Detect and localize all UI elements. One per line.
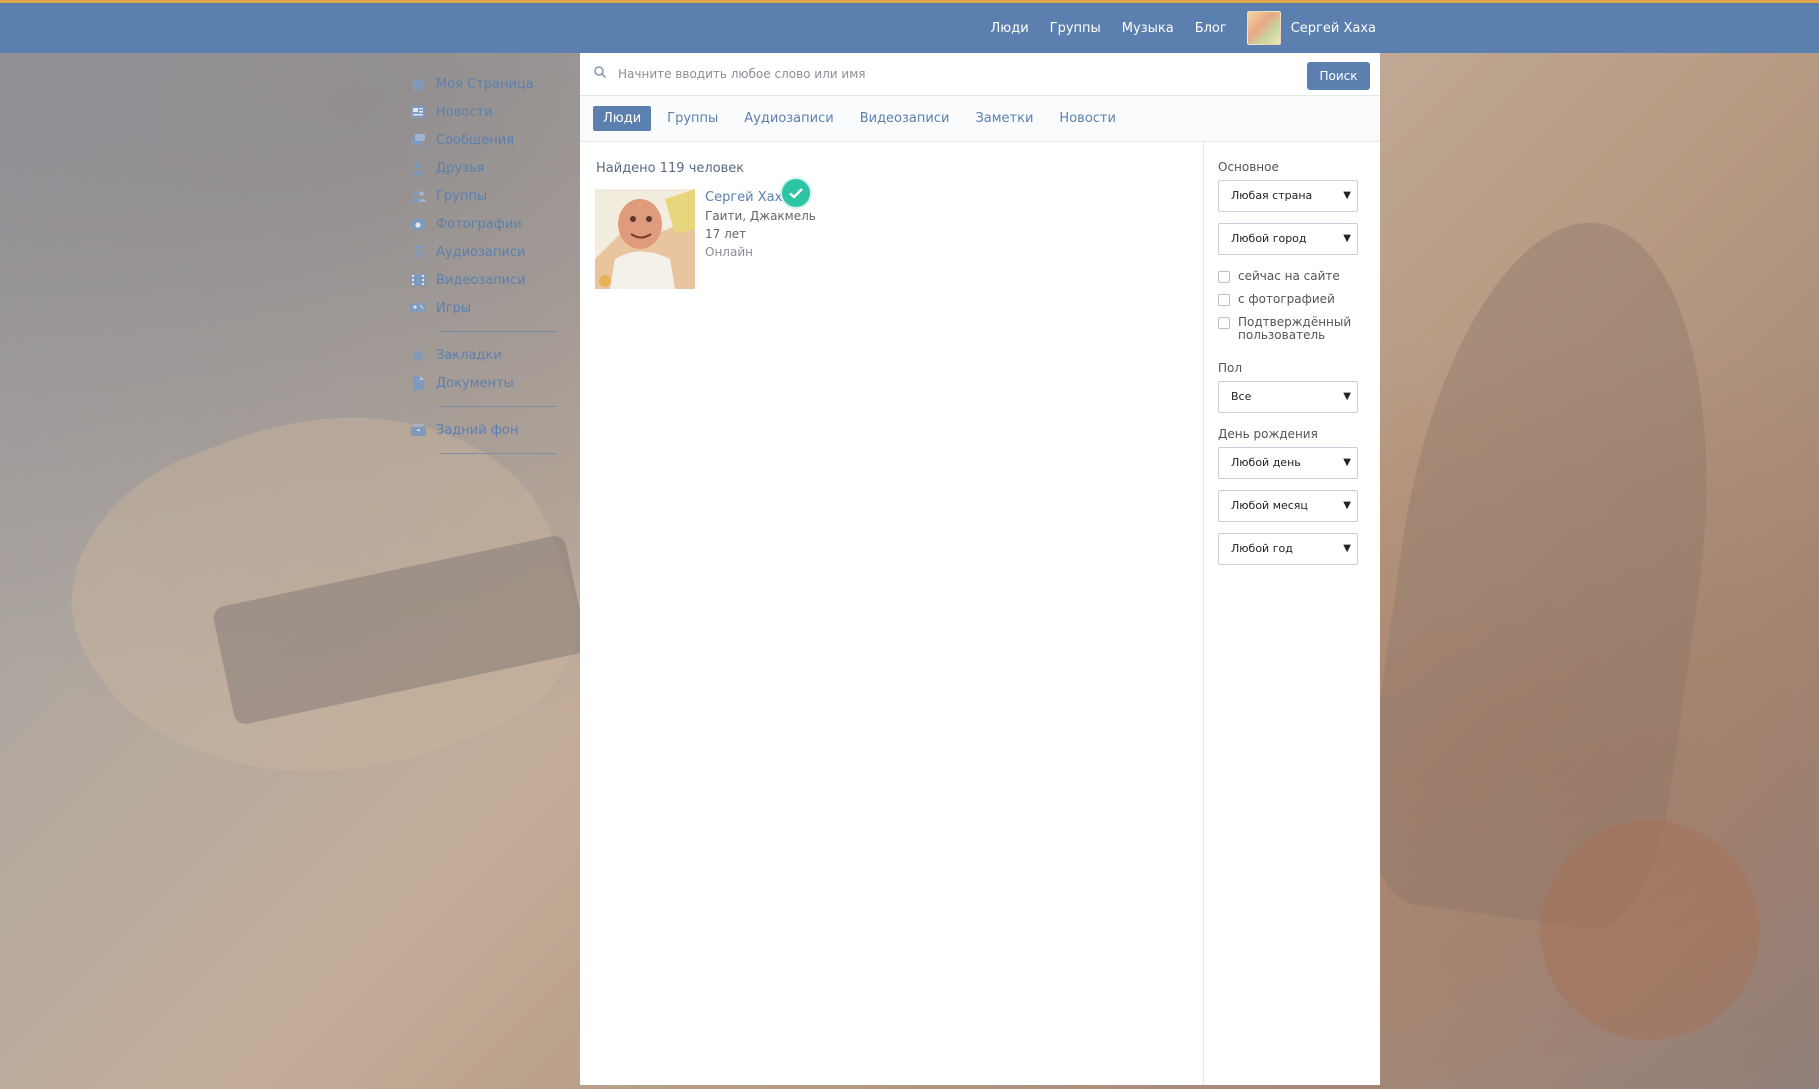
home-icon: [410, 76, 426, 92]
tab-video[interactable]: Видеозаписи: [850, 106, 960, 131]
search-bar: Поиск: [580, 53, 1380, 96]
tab-news[interactable]: Новости: [1049, 106, 1126, 131]
select-value: Любой город: [1231, 232, 1307, 245]
sidebar-item-label: Фотографии: [436, 216, 522, 232]
results-count: Найдено 119 человек: [596, 161, 745, 176]
sidebar-item-background[interactable]: Задний фон: [410, 416, 560, 444]
top-nav: Люди Группы Музыка Блог Сергей Хаха: [970, 3, 1376, 53]
messages-icon: [410, 132, 426, 148]
left-menu: Моя Страница Новости Сообщения Друзья Гр…: [410, 70, 560, 463]
checkbox-box[interactable]: [1218, 317, 1230, 329]
checkbox-box[interactable]: [1218, 271, 1230, 283]
filter-gender-title: Пол: [1218, 361, 1243, 375]
sidebar-item-groups[interactable]: Группы: [410, 182, 560, 210]
top-user-menu[interactable]: Сергей Хаха: [1246, 11, 1376, 45]
sidebar-item-messages[interactable]: Сообщения: [410, 126, 560, 154]
checkbox-label: Подтверждённый пользователь: [1238, 315, 1352, 342]
day-select[interactable]: Любой день ▼: [1218, 447, 1358, 479]
with-photo-checkbox[interactable]: с фотографией: [1218, 293, 1368, 306]
checkbox-box[interactable]: [1218, 294, 1230, 306]
sidebar-item-label: Задний фон: [436, 422, 519, 438]
sidebar-item-games[interactable]: Игры: [410, 294, 560, 322]
top-nav-blog[interactable]: Блог: [1195, 21, 1227, 36]
gender-select[interactable]: Все ▼: [1218, 381, 1358, 413]
menu-divider: [440, 406, 557, 407]
dropdown-arrow-icon: ▼: [1343, 190, 1351, 201]
sidebar-item-news[interactable]: Новости: [410, 98, 560, 126]
avatar: [1246, 11, 1281, 45]
person-location: Гаити, Джакмель: [705, 209, 816, 223]
news-icon: [410, 104, 426, 120]
month-select[interactable]: Любой месяц ▼: [1218, 490, 1358, 522]
sidebar-item-label: Моя Страница: [436, 76, 534, 92]
sidebar-item-label: Закладки: [436, 347, 502, 363]
select-value: Любой день: [1231, 456, 1301, 469]
sidebar-item-label: Аудиозаписи: [436, 244, 526, 260]
select-value: Любая страна: [1231, 189, 1313, 202]
main-panel: Поиск Люди Группы Аудиозаписи Видеозапис…: [580, 53, 1380, 1085]
star-icon: [410, 347, 426, 363]
verified-user-checkbox[interactable]: Подтверждённый пользователь: [1218, 316, 1368, 342]
sidebar-item-label: Документы: [436, 375, 514, 391]
tab-notes[interactable]: Заметки: [965, 106, 1043, 131]
dropdown-arrow-icon: ▼: [1343, 543, 1351, 554]
sidebar-item-label: Видеозаписи: [436, 272, 526, 288]
gamepad-icon: [410, 300, 426, 316]
top-nav-music[interactable]: Музыка: [1122, 21, 1174, 36]
sidebar-item-label: Новости: [436, 104, 493, 120]
filter-basic-title: Основное: [1218, 160, 1279, 174]
select-value: Все: [1231, 390, 1252, 403]
sidebar-item-bookmarks[interactable]: Закладки: [410, 341, 560, 369]
document-icon: [410, 375, 426, 391]
sidebar-item-label: Сообщения: [436, 132, 515, 148]
camera-icon: [410, 216, 426, 232]
search-button[interactable]: Поиск: [1307, 62, 1370, 90]
person-photo[interactable]: [595, 189, 695, 289]
country-select[interactable]: Любая страна ▼: [1218, 180, 1358, 212]
sidebar-item-friends[interactable]: Друзья: [410, 154, 560, 182]
sidebar-item-label: Друзья: [436, 160, 485, 176]
select-value: Любой месяц: [1231, 499, 1308, 512]
person-online-status: Онлайн: [705, 245, 753, 259]
sidebar-item-label: Игры: [436, 300, 472, 316]
top-nav-groups[interactable]: Группы: [1050, 21, 1101, 36]
tab-audio[interactable]: Аудиозаписи: [734, 106, 843, 131]
search-icon: [594, 66, 606, 78]
top-nav-people[interactable]: Люди: [991, 21, 1029, 36]
year-select[interactable]: Любой год ▼: [1218, 533, 1358, 565]
person-age: 17 лет: [705, 227, 747, 241]
dropdown-arrow-icon: ▼: [1343, 233, 1351, 244]
tab-people[interactable]: Люди: [593, 106, 652, 131]
sidebar-item-label: Группы: [436, 188, 488, 204]
background-icon: [410, 422, 426, 438]
select-value: Любой год: [1231, 542, 1293, 555]
top-bar: Люди Группы Музыка Блог Сергей Хаха: [0, 0, 1819, 53]
city-select[interactable]: Любой город ▼: [1218, 223, 1358, 255]
verified-check-icon: [782, 179, 810, 207]
filter-birthday-title: День рождения: [1218, 427, 1318, 441]
search-results: Найдено 119 человек Сергей Хаха Гаити, Д: [580, 142, 1203, 1085]
checkbox-label: сейчас на сайте: [1238, 269, 1340, 283]
top-user-name: Сергей Хаха: [1290, 20, 1376, 36]
sidebar-item-my-page[interactable]: Моя Страница: [410, 70, 560, 98]
sidebar-item-video[interactable]: Видеозаписи: [410, 266, 560, 294]
tab-groups[interactable]: Группы: [657, 106, 728, 131]
friend-icon: [410, 160, 426, 176]
groups-icon: [410, 188, 426, 204]
music-icon: [410, 244, 426, 260]
search-tabs: Люди Группы Аудиозаписи Видеозаписи Заме…: [580, 96, 1380, 142]
search-input[interactable]: [616, 61, 1180, 87]
sidebar-item-photos[interactable]: Фотографии: [410, 210, 560, 238]
checkbox-label: с фотографией: [1238, 292, 1335, 306]
sidebar-item-audio[interactable]: Аудиозаписи: [410, 238, 560, 266]
video-icon: [410, 272, 426, 288]
dropdown-arrow-icon: ▼: [1343, 391, 1351, 402]
sidebar-item-documents[interactable]: Документы: [410, 369, 560, 397]
menu-divider: [440, 453, 557, 454]
dropdown-arrow-icon: ▼: [1343, 457, 1351, 468]
online-now-checkbox[interactable]: сейчас на сайте: [1218, 270, 1368, 283]
search-filters: Основное Любая страна ▼ Любой город ▼ се…: [1203, 142, 1381, 1085]
menu-divider: [440, 331, 557, 332]
dropdown-arrow-icon: ▼: [1343, 500, 1351, 511]
